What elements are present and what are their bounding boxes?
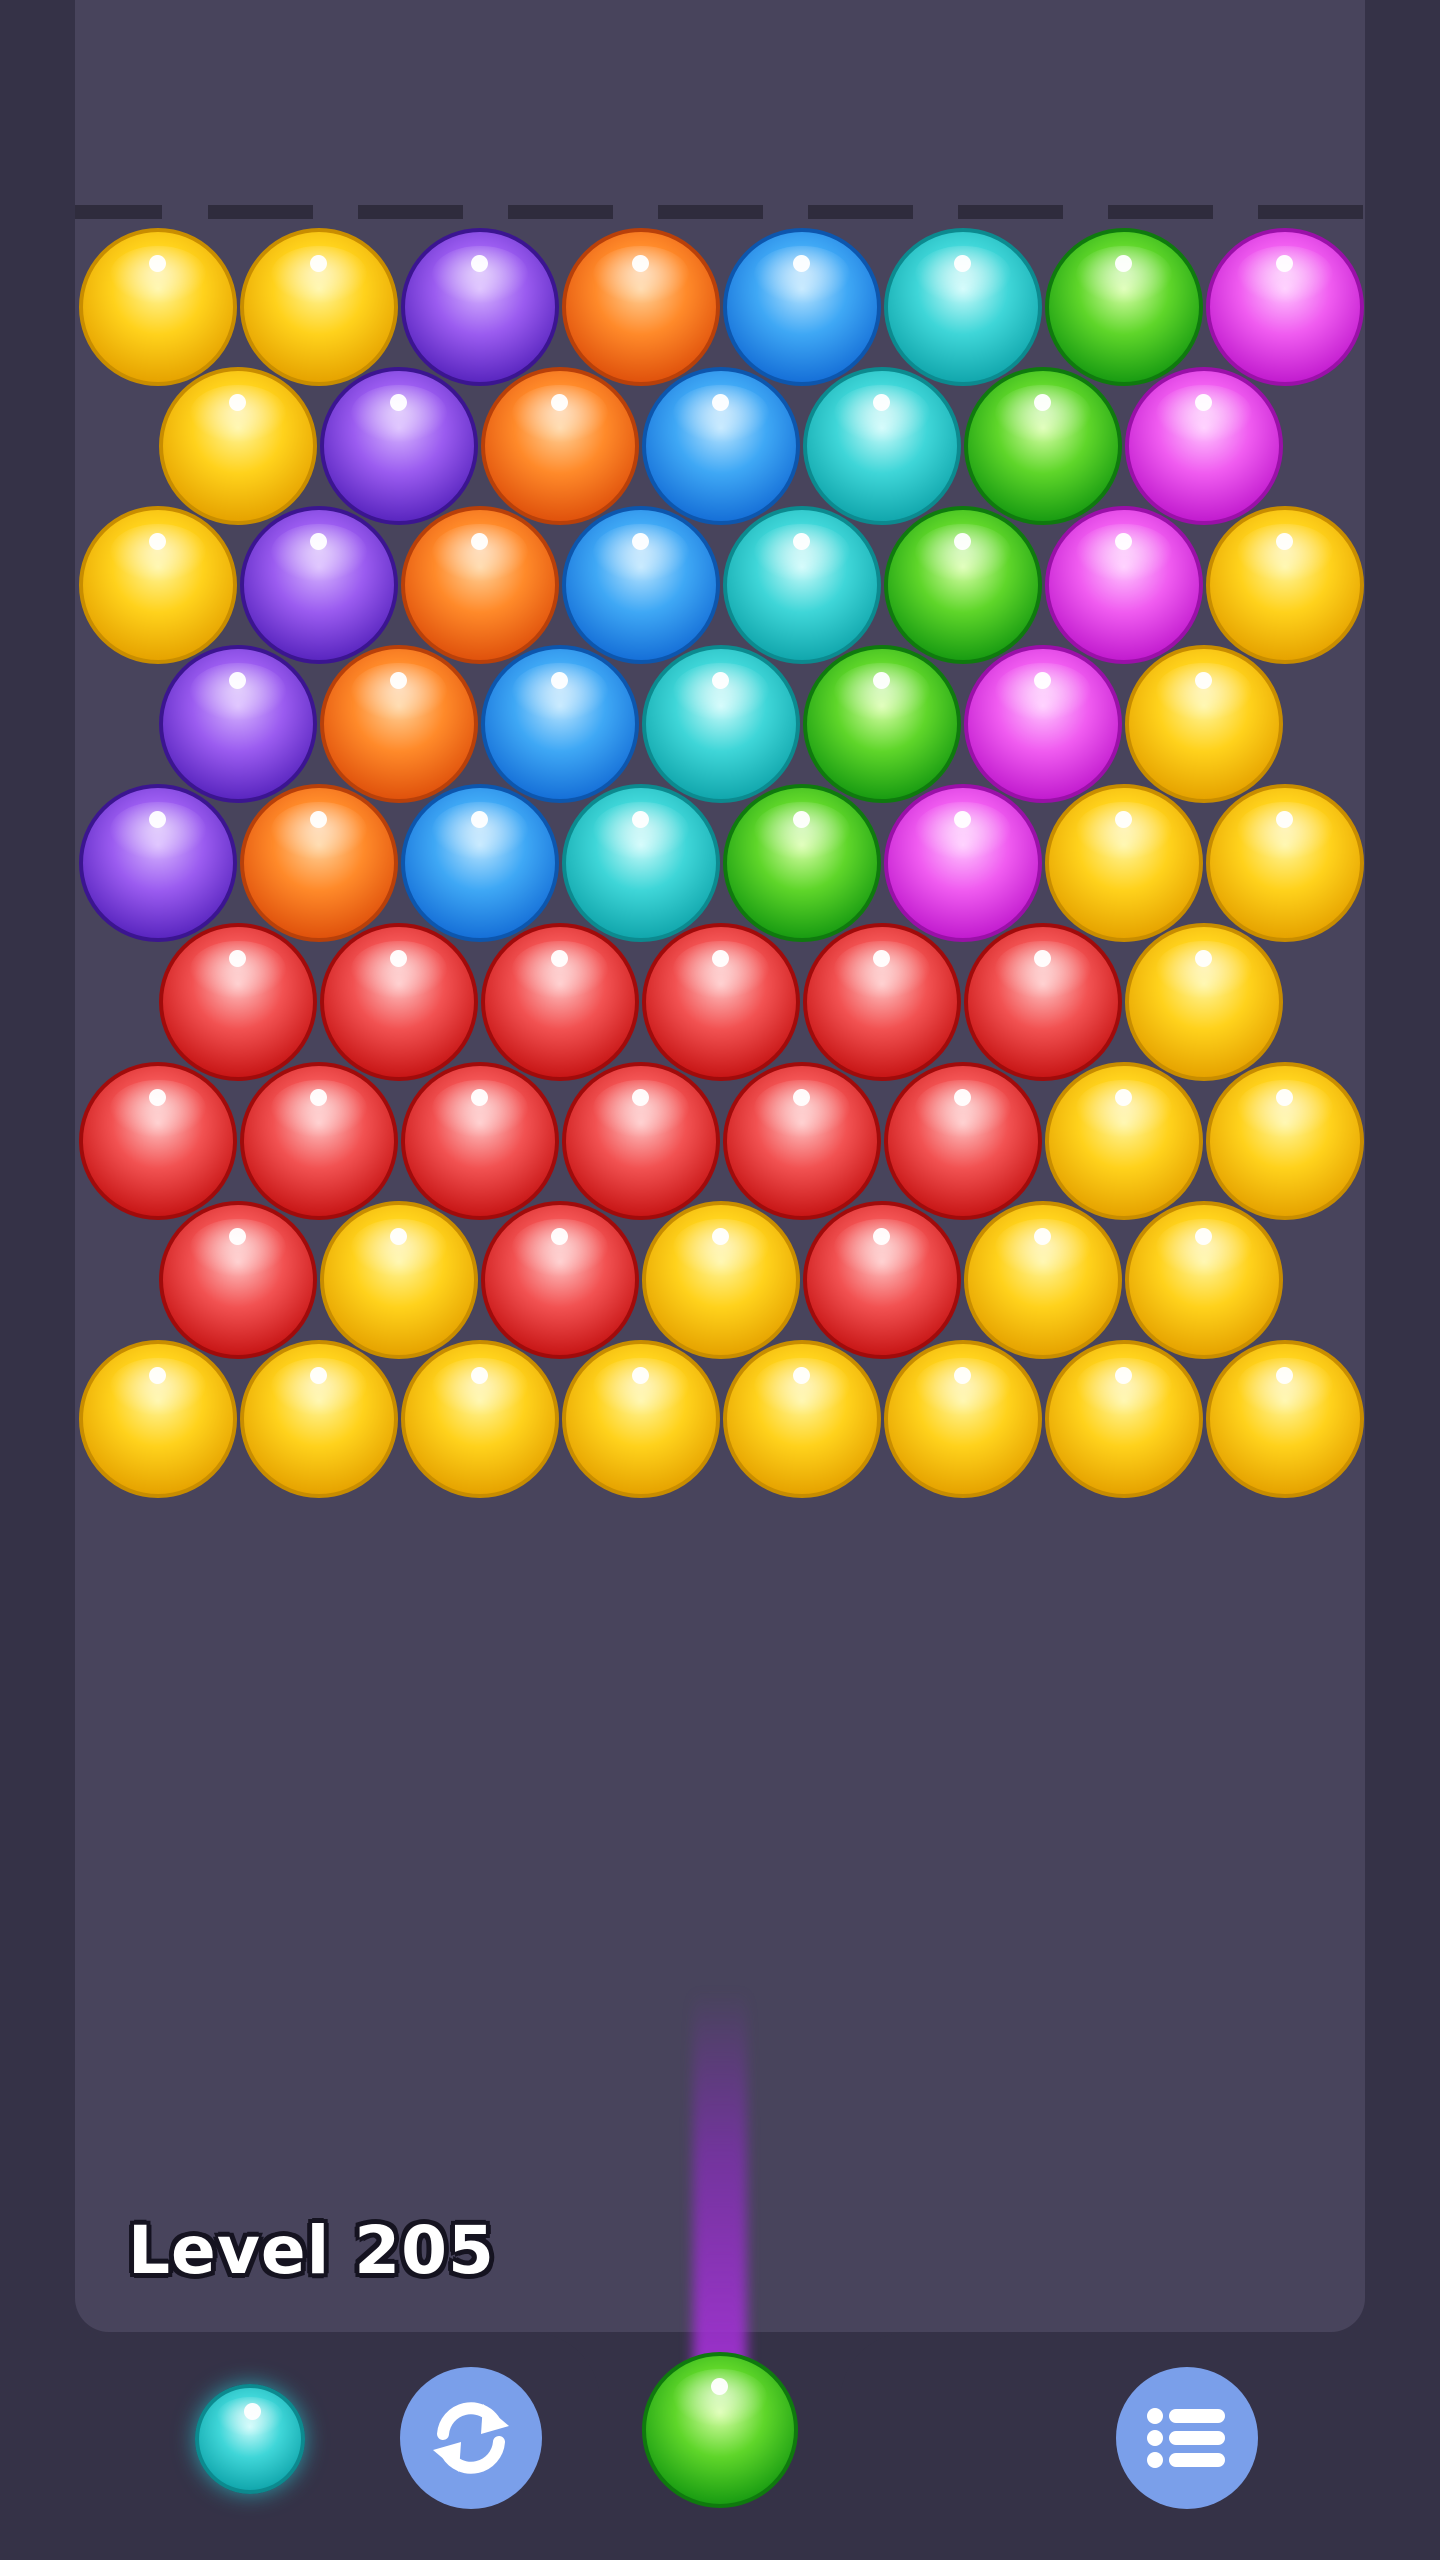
- bubble-yellow: [884, 1340, 1042, 1498]
- bubble-orange: [240, 784, 398, 942]
- bubble-grid[interactable]: [0, 0, 1440, 1520]
- bubble-yellow: [964, 1201, 1122, 1359]
- bubble-red: [562, 1062, 720, 1220]
- bubble-red: [79, 1062, 237, 1220]
- bubble-pink: [1125, 367, 1283, 525]
- bubble-yellow: [1045, 784, 1203, 942]
- bubble-red: [481, 923, 639, 1081]
- bubble-purple: [401, 228, 559, 386]
- bubble-teal: [562, 784, 720, 942]
- bubble-blue: [401, 784, 559, 942]
- bubble-purple: [240, 506, 398, 664]
- bubble-pink: [1206, 228, 1364, 386]
- bubble-green: [803, 645, 961, 803]
- bubble-yellow: [1206, 1340, 1364, 1498]
- bubble-yellow: [79, 1340, 237, 1498]
- bubble-pink: [1045, 506, 1203, 664]
- bubble-orange: [562, 228, 720, 386]
- bubble-red: [481, 1201, 639, 1359]
- list-icon: [1147, 2408, 1225, 2468]
- bubble-purple: [79, 784, 237, 942]
- bubble-yellow: [79, 506, 237, 664]
- bubble-blue: [723, 228, 881, 386]
- bubble-red: [642, 923, 800, 1081]
- bubble-red: [320, 923, 478, 1081]
- bubble-pink: [964, 645, 1122, 803]
- bubble-red: [159, 923, 317, 1081]
- level-label: Level 205: [128, 2212, 495, 2289]
- bubble-teal: [803, 367, 961, 525]
- bubble-yellow: [240, 1340, 398, 1498]
- bubble-teal: [723, 506, 881, 664]
- current-shooter-bubble[interactable]: [642, 2352, 798, 2508]
- bubble-yellow: [1206, 784, 1364, 942]
- bubble-yellow: [320, 1201, 478, 1359]
- next-bubble[interactable]: [195, 2384, 305, 2494]
- bubble-green: [1045, 228, 1203, 386]
- bubble-teal: [884, 228, 1042, 386]
- bubble-yellow: [1045, 1062, 1203, 1220]
- bubble-red: [240, 1062, 398, 1220]
- bubble-teal: [642, 645, 800, 803]
- bubble-yellow: [159, 367, 317, 525]
- bubble-red: [884, 1062, 1042, 1220]
- bubble-green: [723, 784, 881, 942]
- bubble-yellow: [240, 228, 398, 386]
- bubble-yellow: [642, 1201, 800, 1359]
- bubble-yellow: [1206, 1062, 1364, 1220]
- bubble-orange: [481, 367, 639, 525]
- bubble-red: [159, 1201, 317, 1359]
- swap-bubble-button[interactable]: [400, 2367, 542, 2509]
- bubble-green: [884, 506, 1042, 664]
- bubble-blue: [562, 506, 720, 664]
- bubble-yellow: [79, 228, 237, 386]
- bubble-purple: [159, 645, 317, 803]
- bubble-red: [723, 1062, 881, 1220]
- bubble-red: [401, 1062, 559, 1220]
- bubble-yellow: [401, 1340, 559, 1498]
- bubble-blue: [481, 645, 639, 803]
- bubble-red: [803, 1201, 961, 1359]
- bubble-green: [964, 367, 1122, 525]
- menu-button[interactable]: [1116, 2367, 1258, 2509]
- bubble-yellow: [723, 1340, 881, 1498]
- bubble-purple: [320, 367, 478, 525]
- refresh-arrows-icon: [433, 2402, 509, 2474]
- bubble-yellow: [562, 1340, 720, 1498]
- bubble-red: [803, 923, 961, 1081]
- bubble-yellow: [1125, 1201, 1283, 1359]
- bubble-yellow: [1125, 923, 1283, 1081]
- bubble-orange: [401, 506, 559, 664]
- bubble-orange: [320, 645, 478, 803]
- bubble-red: [964, 923, 1122, 1081]
- aim-beam: [693, 1990, 747, 2400]
- bubble-yellow: [1206, 506, 1364, 664]
- bubble-blue: [642, 367, 800, 525]
- bubble-yellow: [1045, 1340, 1203, 1498]
- bubble-pink: [884, 784, 1042, 942]
- bubble-yellow: [1125, 645, 1283, 803]
